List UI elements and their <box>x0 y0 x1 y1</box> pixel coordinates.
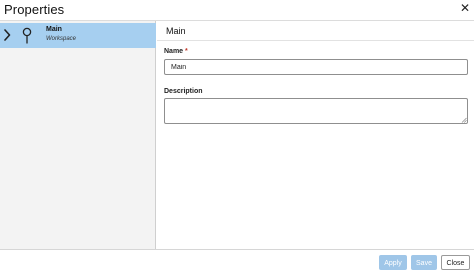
tree-item-subtitle: Workspace <box>46 36 77 42</box>
required-indicator: * <box>185 48 188 55</box>
tree-item-main[interactable]: Main Workspace <box>0 23 156 48</box>
details-heading: Main <box>166 26 186 36</box>
pin-icon <box>22 27 32 44</box>
resize-grip-icon[interactable] <box>461 117 467 123</box>
description-field[interactable] <box>164 98 468 124</box>
close-button[interactable]: Close <box>441 255 470 270</box>
apply-button[interactable]: Apply <box>379 255 407 270</box>
name-field[interactable] <box>164 59 468 75</box>
tree-item-label: Main <box>46 26 62 33</box>
details-divider <box>157 40 474 41</box>
save-button[interactable]: Save <box>411 255 437 270</box>
close-icon[interactable]: ✕ <box>459 1 471 15</box>
chevron-right-icon[interactable] <box>3 29 11 41</box>
name-field-label: Name * <box>164 48 188 55</box>
dialog-title: Properties <box>4 2 65 17</box>
name-label-text: Name <box>164 48 184 55</box>
tree-pane: Main Workspace <box>0 21 156 249</box>
description-field-label: Description <box>164 88 203 95</box>
footer-divider <box>0 249 474 250</box>
